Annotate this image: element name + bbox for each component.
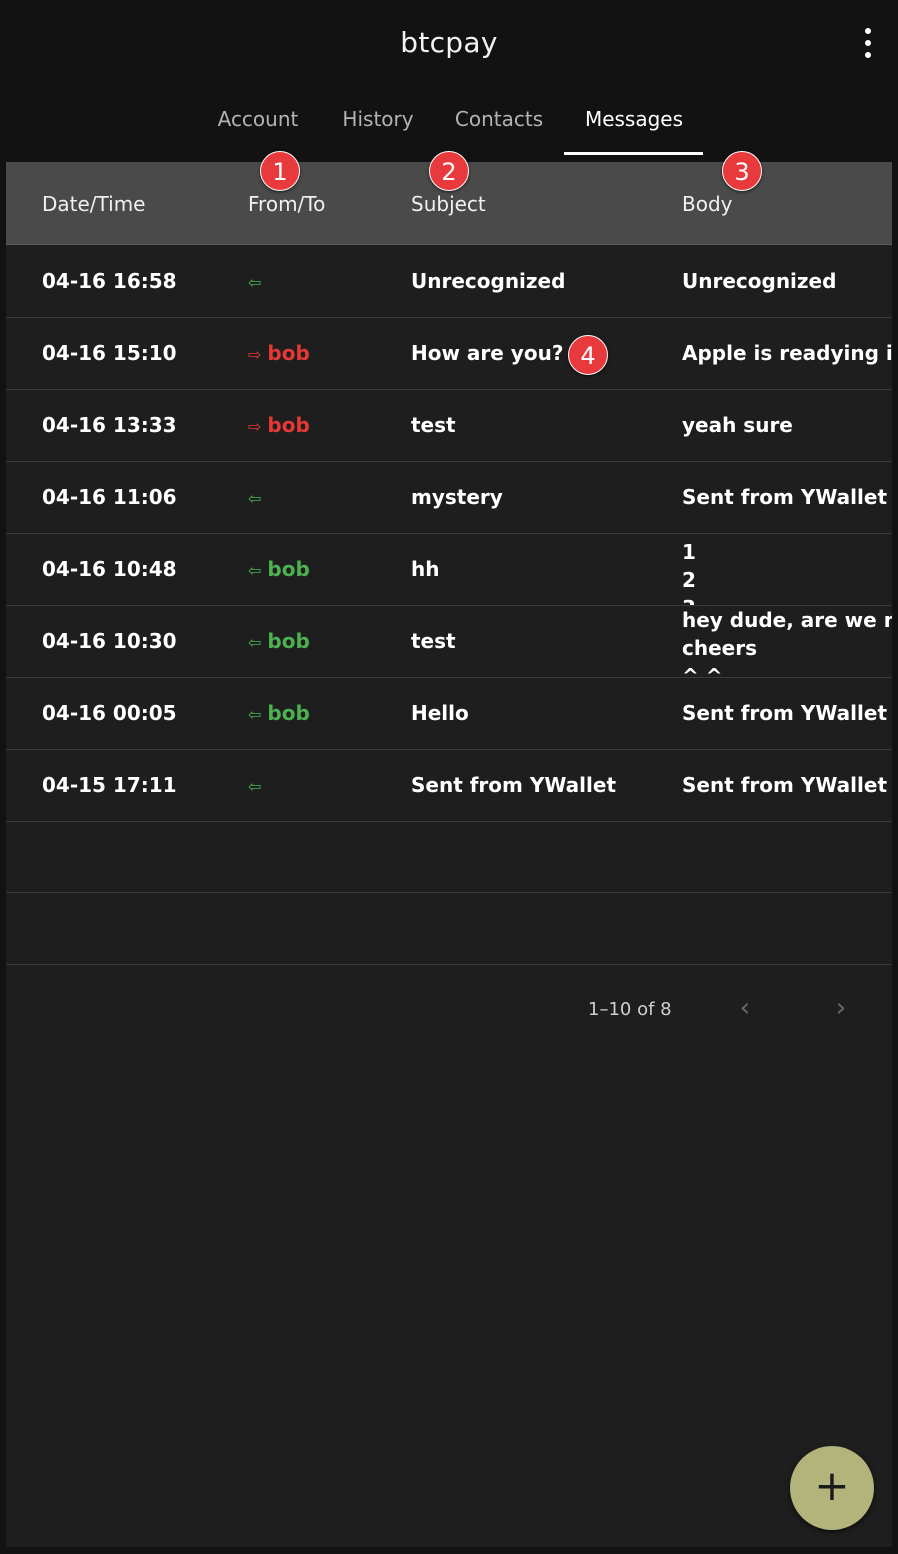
messages-table: Date/Time From/To Subject Body 04-16 16:… bbox=[6, 162, 892, 1547]
message-subject: Unrecognized bbox=[411, 269, 566, 293]
message-body: Unrecognized bbox=[682, 269, 837, 293]
column-header-from-to[interactable]: From/To bbox=[248, 192, 325, 216]
message-subject: test bbox=[411, 413, 456, 437]
incoming-arrow-icon: ⇦ bbox=[248, 705, 262, 724]
chevron-left-icon[interactable]: ‹ bbox=[730, 994, 760, 1024]
add-icon[interactable]: + bbox=[790, 1446, 874, 1530]
app-bar: btcpay bbox=[0, 0, 898, 90]
tab-history[interactable]: History bbox=[336, 90, 420, 152]
table-row[interactable]: 04-16 11:06 ⇦ mystery Sent from YWallet bbox=[6, 462, 892, 534]
annotation-badge-1: 1 bbox=[260, 151, 300, 191]
table-row[interactable]: 04-16 16:58 ⇦ Unrecognized Unrecognized bbox=[6, 246, 892, 318]
contact-name: bob bbox=[267, 341, 310, 365]
table-row[interactable]: 04-16 10:48 ⇦ bob hh 1 2 3 bbox=[6, 534, 892, 606]
message-subject: mystery bbox=[411, 485, 503, 509]
message-subject: test bbox=[411, 629, 456, 653]
message-datetime: 04-16 10:30 bbox=[42, 629, 177, 653]
incoming-arrow-icon: ⇦ bbox=[248, 273, 262, 292]
table-row[interactable]: 04-16 00:05 ⇦ bob Hello Sent from YWallet bbox=[6, 678, 892, 750]
message-subject: How are you? bbox=[411, 341, 564, 365]
tab-bar: Account History Contacts Messages bbox=[0, 90, 898, 156]
message-body: hey dude, are we me cheers ^ ^ bbox=[682, 608, 892, 677]
app-title: btcpay bbox=[400, 26, 498, 59]
message-body: Sent from YWallet bbox=[682, 773, 887, 797]
table-row[interactable]: 04-16 13:33 ⇨ bob test yeah sure bbox=[6, 390, 892, 462]
message-from-to: ⇨ bob bbox=[248, 318, 398, 389]
message-from-to: ⇦ bbox=[248, 750, 398, 821]
message-from-to: ⇦ bob bbox=[248, 534, 398, 605]
active-tab-indicator bbox=[564, 152, 703, 155]
message-from-to: ⇦ bob bbox=[248, 606, 398, 677]
pagination: 1–10 of 8 ‹ › bbox=[6, 982, 892, 1032]
message-datetime: 04-16 10:48 bbox=[42, 557, 177, 581]
column-header-body[interactable]: Body bbox=[682, 192, 733, 216]
incoming-arrow-icon: ⇦ bbox=[248, 777, 262, 796]
contact-name: bob bbox=[267, 557, 310, 581]
message-subject: Sent from YWallet bbox=[411, 773, 616, 797]
message-datetime: 04-15 17:11 bbox=[42, 773, 177, 797]
message-datetime: 04-16 16:58 bbox=[42, 269, 177, 293]
annotation-badge-4: 4 bbox=[568, 335, 608, 375]
message-from-to: ⇨ bob bbox=[248, 390, 398, 461]
more-menu-icon[interactable] bbox=[856, 28, 880, 58]
table-row[interactable]: 04-15 17:11 ⇦ Sent from YWallet Sent from Y… bbox=[6, 750, 892, 822]
table-row[interactable]: 04-16 15:10 ⇨ bob How are you? Apple is read… bbox=[6, 318, 892, 390]
message-subject: hh bbox=[411, 557, 440, 581]
incoming-arrow-icon: ⇦ bbox=[248, 633, 262, 652]
contact-name: bob bbox=[267, 629, 310, 653]
message-body: Sent from YWallet bbox=[682, 701, 887, 725]
message-body: yeah sure bbox=[682, 413, 793, 437]
contact-name: bob bbox=[267, 701, 310, 725]
outgoing-arrow-icon: ⇨ bbox=[248, 417, 262, 436]
table-row[interactable]: 04-16 10:30 ⇦ bob test hey dude, are we me c… bbox=[6, 606, 892, 678]
empty-table-row bbox=[6, 893, 892, 965]
message-from-to: ⇦ bbox=[248, 246, 398, 317]
message-datetime: 04-16 00:05 bbox=[42, 701, 177, 725]
annotation-badge-2: 2 bbox=[429, 151, 469, 191]
message-from-to: ⇦ bob bbox=[248, 678, 398, 749]
column-header-subject[interactable]: Subject bbox=[411, 192, 486, 216]
contact-name: bob bbox=[267, 413, 310, 437]
message-datetime: 04-16 15:10 bbox=[42, 341, 177, 365]
message-body: 1 2 3 bbox=[682, 540, 696, 605]
message-body: Apple is readying its bbox=[682, 341, 892, 365]
column-header-datetime[interactable]: Date/Time bbox=[42, 192, 146, 216]
pagination-range: 1–10 of 8 bbox=[588, 999, 672, 1020]
message-body: Sent from YWallet bbox=[682, 485, 887, 509]
annotation-badge-3: 3 bbox=[722, 151, 762, 191]
incoming-arrow-icon: ⇦ bbox=[248, 489, 262, 508]
empty-table-row bbox=[6, 821, 892, 893]
message-from-to: ⇦ bbox=[248, 462, 398, 533]
incoming-arrow-icon: ⇦ bbox=[248, 561, 262, 580]
tab-contacts[interactable]: Contacts bbox=[450, 90, 548, 152]
message-datetime: 04-16 13:33 bbox=[42, 413, 177, 437]
message-subject: Hello bbox=[411, 701, 469, 725]
chevron-right-icon[interactable]: › bbox=[826, 994, 856, 1024]
outgoing-arrow-icon: ⇨ bbox=[248, 345, 262, 364]
message-datetime: 04-16 11:06 bbox=[42, 485, 177, 509]
tab-account[interactable]: Account bbox=[212, 90, 304, 152]
tab-messages[interactable]: Messages bbox=[578, 90, 690, 152]
